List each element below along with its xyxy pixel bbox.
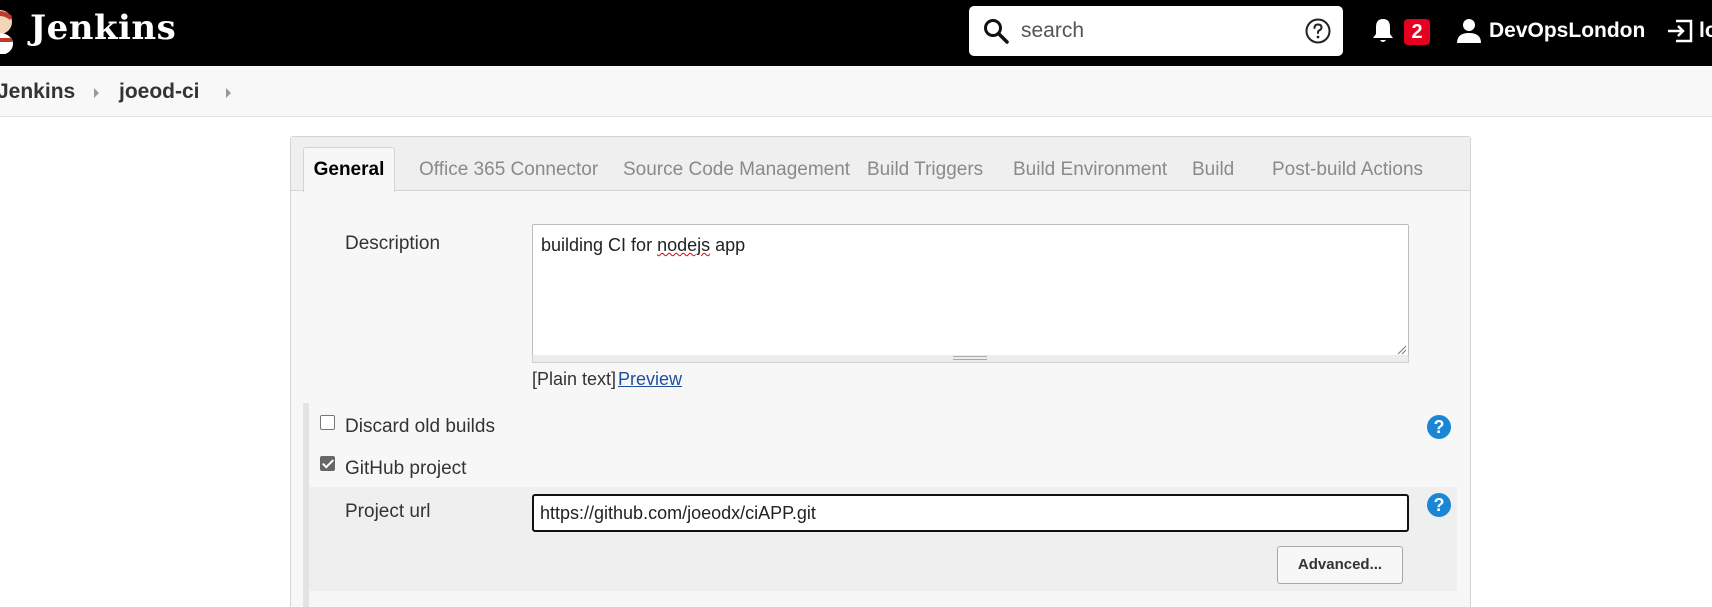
project-url-input[interactable] [532, 494, 1409, 532]
breadcrumb-item-job[interactable]: joeod-ci [119, 80, 200, 104]
breadcrumb-separator-icon[interactable] [94, 88, 99, 98]
user-name-link[interactable]: DevOpsLondon [1489, 19, 1645, 43]
description-textarea[interactable]: building CI for nodejs app [532, 224, 1409, 357]
tab-general[interactable]: General [303, 147, 395, 192]
brand-name[interactable]: Jenkins [30, 8, 176, 48]
tab-build-environment[interactable]: Build Environment [1013, 159, 1167, 181]
search-help-icon[interactable] [1305, 18, 1331, 44]
search-input[interactable] [1021, 16, 1261, 46]
resize-handle-icon[interactable] [1395, 343, 1407, 355]
project-url-help-icon[interactable]: ? [1427, 493, 1451, 517]
jenkins-logo-icon[interactable] [0, 8, 16, 54]
description-label: Description [345, 233, 441, 254]
notifications-bell-icon[interactable] [1370, 17, 1396, 45]
tab-build[interactable]: Build [1192, 159, 1234, 181]
grip-icon [953, 356, 987, 360]
breadcrumb-separator-icon[interactable] [226, 88, 231, 98]
header-bar: Jenkins 2 DevOpsLondon lo [0, 0, 1712, 66]
tab-source-code-management[interactable]: Source Code Management [623, 159, 850, 181]
tab-build-triggers[interactable]: Build Triggers [867, 159, 983, 181]
description-value: building CI for nodejs app [541, 235, 746, 255]
logout-icon[interactable] [1666, 17, 1696, 45]
github-project-checkbox[interactable] [320, 456, 335, 471]
config-tabs: Office 365 Connector Source Code Managem… [291, 137, 1470, 191]
notifications-badge[interactable]: 2 [1404, 19, 1430, 45]
project-url-label: Project url [345, 501, 431, 522]
discard-old-builds-label[interactable]: Discard old builds [345, 416, 495, 438]
github-project-label[interactable]: GitHub project [345, 458, 466, 480]
tab-post-build-actions[interactable]: Post-build Actions [1272, 159, 1423, 181]
search-icon [984, 19, 1009, 44]
config-panel: Office 365 Connector Source Code Managem… [290, 136, 1471, 607]
user-icon[interactable] [1456, 18, 1482, 44]
discard-help-icon[interactable]: ? [1427, 415, 1451, 439]
breadcrumb: Jenkins joeod-ci [0, 66, 1712, 117]
textarea-drag-handle[interactable] [532, 355, 1409, 363]
discard-old-builds-checkbox[interactable] [320, 415, 335, 430]
preview-link[interactable]: Preview [618, 369, 682, 390]
tab-office-365-connector[interactable]: Office 365 Connector [419, 159, 598, 181]
markup-format-label: [Plain text] [532, 369, 617, 389]
search-box[interactable] [969, 6, 1343, 56]
advanced-button[interactable]: Advanced... [1277, 546, 1403, 584]
breadcrumb-item-jenkins[interactable]: Jenkins [0, 80, 75, 104]
logout-link[interactable]: lo [1699, 19, 1712, 43]
